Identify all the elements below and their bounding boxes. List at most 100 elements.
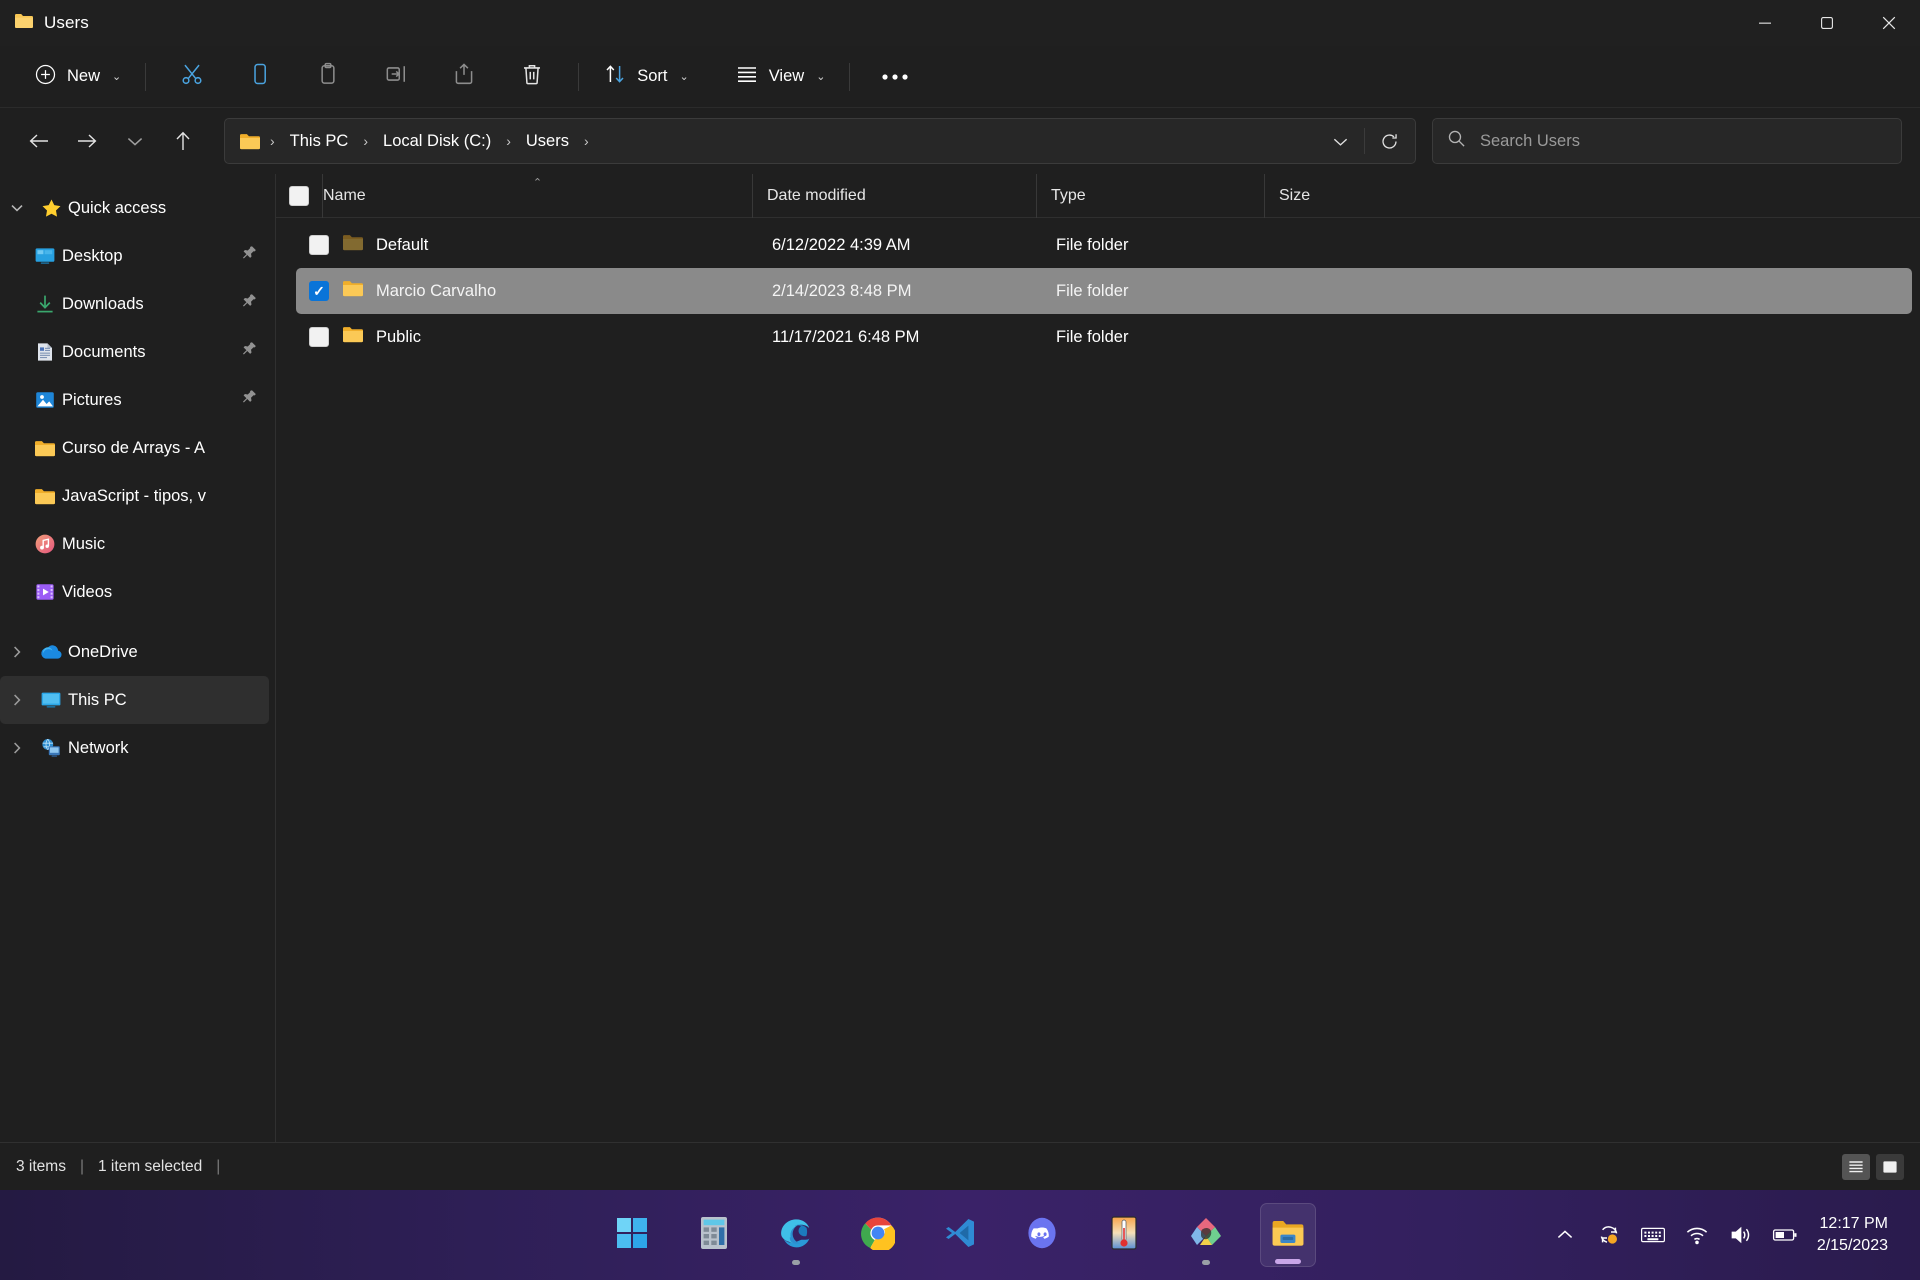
breadcrumb: › This PC › Local Disk (C:) › Users › [265,127,1320,156]
share-icon [451,61,477,92]
sort-button[interactable]: Sort ⌄ [591,56,700,98]
sidebar-item-this-pc[interactable]: This PC [0,676,269,724]
maximize-button[interactable] [1796,0,1858,46]
taskbar-calculator-button[interactable] [686,1203,742,1267]
breadcrumb-item-this-pc[interactable]: This PC [282,127,357,156]
chevron-right-icon[interactable] [0,693,34,707]
view-button[interactable]: View ⌄ [723,56,838,98]
sync-status-icon[interactable] [1587,1210,1631,1260]
copy-button[interactable] [235,55,285,99]
chevron-right-icon[interactable] [0,645,34,659]
address-bar[interactable]: › This PC › Local Disk (C:) › Users › [224,118,1416,164]
up-button[interactable] [162,120,204,162]
pin-icon[interactable] [242,389,257,411]
breadcrumb-item-local-disk[interactable]: Local Disk (C:) [375,127,499,156]
column-header-name[interactable]: ⌃ Name [322,173,752,218]
pin-icon[interactable] [242,293,257,315]
row-checkbox-cell[interactable] [296,327,342,347]
column-header-type[interactable]: Type [1036,173,1264,218]
search-input[interactable] [1480,131,1887,151]
pin-icon[interactable] [242,245,257,267]
ellipsis-icon [881,68,909,86]
column-header-size[interactable]: Size [1264,173,1388,218]
sidebar-item-documents[interactable]: Documents [0,328,269,376]
windows-logo-icon [615,1216,649,1255]
wifi-icon[interactable] [1675,1210,1719,1260]
row-size-cell [1284,222,1408,268]
sidebar-item-music[interactable]: Music [0,520,269,568]
forward-button[interactable] [66,120,108,162]
sidebar-item-pictures[interactable]: Pictures [0,376,269,424]
sidebar-item-javascript[interactable]: JavaScript - tipos, v [0,472,269,520]
sidebar-item-videos[interactable]: Videos [0,568,269,616]
taskbar-chrome-button[interactable] [850,1203,906,1267]
table-row[interactable]: Public 11/17/2021 6:48 PM File folder [296,314,1912,360]
chevron-down-icon: ⌄ [816,71,826,83]
chevron-right-icon[interactable] [0,741,34,755]
taskbar-start-button[interactable] [604,1203,660,1267]
address-dropdown-button[interactable] [1320,122,1360,160]
toolbar-divider-2 [578,62,580,91]
sidebar-item-downloads[interactable]: Downloads [0,280,269,328]
select-all-checkbox-cell[interactable] [276,185,322,206]
row-checkbox[interactable] [309,235,329,255]
taskbar-thermometer-app-button[interactable] [1096,1203,1152,1267]
chevron-down-icon[interactable] [0,203,34,213]
music-icon [28,533,62,555]
row-checkbox-cell[interactable] [296,281,342,301]
row-name-cell: Public [342,314,772,360]
sort-ascending-icon: ⌃ [532,176,543,189]
taskbar-discord-button[interactable] [1014,1203,1070,1267]
toolbar-divider-3 [849,62,851,91]
item-count-label: 3 items [16,1157,66,1175]
folder-icon [28,439,62,458]
rename-button[interactable] [371,55,421,99]
sort-arrows-icon [603,62,627,91]
toolbar-divider-1 [145,62,147,91]
search-icon [1447,129,1466,153]
desktop-icon [28,245,62,267]
back-button[interactable] [18,120,60,162]
refresh-button[interactable] [1369,122,1409,160]
table-row[interactable]: Default 6/12/2022 4:39 AM File folder [296,222,1912,268]
row-checkbox-cell[interactable] [296,235,342,255]
sidebar-item-network[interactable]: Network [0,724,269,772]
delete-button[interactable] [507,55,557,99]
recent-locations-button[interactable] [114,120,156,162]
breadcrumb-item-users[interactable]: Users [518,127,577,156]
vscode-icon [943,1216,977,1255]
new-button-label: New [67,67,101,85]
pin-icon[interactable] [242,341,257,363]
row-checkbox[interactable] [309,327,329,347]
sidebar-item-onedrive[interactable]: OneDrive [0,628,269,676]
column-header-date-modified[interactable]: Date modified [752,173,1036,218]
select-all-checkbox[interactable] [289,185,309,206]
share-button[interactable] [439,55,489,99]
taskbar-vscode-button[interactable] [932,1203,988,1267]
more-options-button[interactable] [870,55,920,99]
close-button[interactable] [1858,0,1920,46]
new-button[interactable]: New ⌄ [22,56,133,98]
sidebar-item-curso-de-arrays[interactable]: Curso de Arrays - A [0,424,269,472]
speaker-icon[interactable] [1719,1210,1763,1260]
taskbar-clock[interactable]: 12:17 PM 2/15/2023 [1807,1213,1902,1256]
diamond-icon [1189,1216,1223,1255]
search-box[interactable] [1432,118,1902,164]
touch-keyboard-button[interactable] [1631,1210,1675,1260]
show-hidden-icons-button[interactable] [1543,1210,1587,1260]
details-view-button[interactable] [1842,1153,1870,1180]
sidebar-item-quick-access[interactable]: Quick access [0,184,269,232]
battery-icon[interactable] [1763,1210,1807,1260]
large-icons-view-button[interactable] [1876,1153,1904,1180]
thispc-icon [34,689,68,711]
cut-button[interactable] [167,55,217,99]
taskbar-file-explorer-button[interactable] [1260,1203,1316,1267]
taskbar-design-app-button[interactable] [1178,1203,1234,1267]
taskbar-edge-button[interactable] [768,1203,824,1267]
sidebar-item-desktop[interactable]: Desktop [0,232,269,280]
paste-button[interactable] [303,55,353,99]
table-row[interactable]: Marcio Carvalho 2/14/2023 8:48 PM File f… [296,268,1912,314]
row-checkbox[interactable] [309,281,329,301]
minimize-button[interactable] [1734,0,1796,46]
folder-icon [342,233,364,257]
